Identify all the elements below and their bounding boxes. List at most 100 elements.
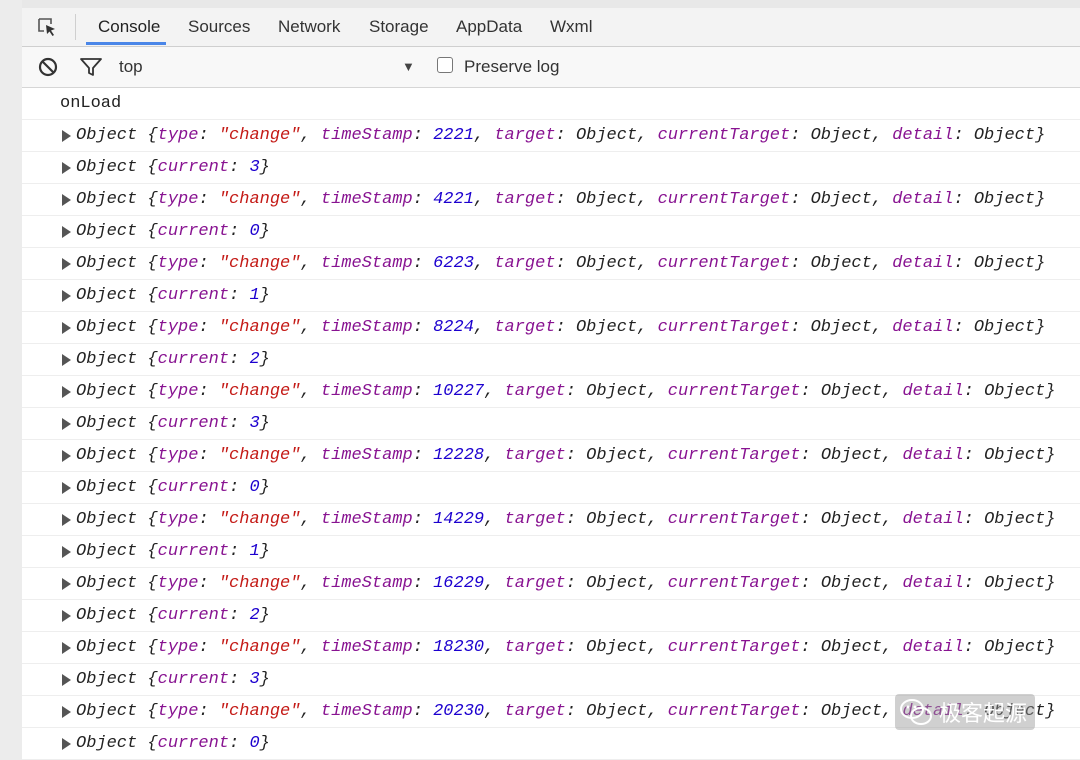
key-current: current [157,606,230,625]
key-timestamp: timeStamp [320,510,413,529]
key-current: current [157,478,230,497]
log-row-event[interactable]: Object {type: "change", timeStamp: 10227… [22,376,1080,408]
expand-arrow-icon[interactable] [62,440,74,471]
object-label: Object [76,254,138,273]
value-currenttarget: Object [810,254,872,273]
log-row-event[interactable]: Object {type: "change", timeStamp: 8224,… [22,312,1080,344]
expand-arrow-icon[interactable] [62,376,74,407]
expand-arrow-icon[interactable] [62,152,74,183]
expand-arrow-icon[interactable] [62,408,74,439]
tab-separator [75,14,76,40]
context-selector[interactable]: top [119,47,143,87]
clear-console-icon[interactable] [38,57,58,77]
log-row-event[interactable]: Object {type: "change", timeStamp: 14229… [22,504,1080,536]
log-row-event[interactable]: Object {type: "change", timeStamp: 2221,… [22,120,1080,152]
log-row-current[interactable]: Object {current: 3} [22,664,1080,696]
expand-arrow-icon[interactable] [62,600,74,631]
wechat-icon [900,699,932,725]
value-detail: Object [984,382,1046,401]
expand-arrow-icon[interactable] [62,216,74,247]
key-target: target [494,190,556,209]
log-row-event[interactable]: Object {type: "change", timeStamp: 18230… [22,632,1080,664]
log-row-current[interactable]: Object {current: 3} [22,152,1080,184]
value-currenttarget: Object [820,446,883,465]
key-timestamp: timeStamp [320,126,413,145]
expand-arrow-icon[interactable] [62,344,74,375]
log-row-event[interactable]: Object {type: "change", timeStamp: 16229… [22,568,1080,600]
expand-arrow-icon[interactable] [62,312,74,343]
expand-arrow-icon[interactable] [62,248,74,279]
filter-icon[interactable] [79,56,103,78]
key-type: type [157,190,199,209]
key-type: type [157,318,199,337]
tab-sources[interactable]: Sources [188,8,250,45]
expand-arrow-icon[interactable] [62,632,74,663]
value-currenttarget: Object [820,574,883,593]
log-row-current[interactable]: Object {current: 2} [22,344,1080,376]
key-target: target [504,702,566,721]
tab-wxml[interactable]: Wxml [550,8,592,45]
watermark-text: 极客起源 [939,701,1028,726]
left-panel-edge [0,0,22,760]
tab-network[interactable]: Network [278,8,340,45]
value-detail: Object [984,638,1046,657]
value-detail: Object [973,190,1036,209]
log-row-current[interactable]: Object {current: 1} [22,536,1080,568]
tab-appdata[interactable]: AppData [456,8,522,45]
log-row-current[interactable]: Object {current: 0} [22,728,1080,760]
object-label: Object [76,542,138,561]
log-row-current[interactable]: Object {current: 2} [22,600,1080,632]
key-currenttarget: currentTarget [667,446,801,465]
key-current: current [157,414,230,433]
expand-arrow-icon[interactable] [62,280,74,311]
key-timestamp: timeStamp [320,638,413,657]
key-type: type [157,446,199,465]
expand-arrow-icon[interactable] [62,568,74,599]
expand-arrow-icon[interactable] [62,728,74,759]
log-row-event[interactable]: Object {type: "change", timeStamp: 6223,… [22,248,1080,280]
value-target: Object [575,254,638,273]
key-currenttarget: currentTarget [667,510,801,529]
expand-arrow-icon[interactable] [62,472,74,503]
log-object: Object {type: "change", timeStamp: 18230… [76,638,1056,657]
value-target: Object [575,126,638,145]
key-type: type [157,254,199,273]
key-detail: detail [902,382,964,401]
value-type: "change" [218,446,301,465]
value-current: 2 [249,350,260,369]
expand-arrow-icon[interactable] [62,184,74,215]
inspect-icon[interactable] [36,16,58,38]
tab-console[interactable]: Console [98,8,160,45]
value-timestamp: 16229 [433,574,485,593]
chevron-down-icon[interactable]: ▼ [402,47,415,87]
tab-storage[interactable]: Storage [369,8,429,45]
log-row-event[interactable]: Object {type: "change", timeStamp: 4221,… [22,184,1080,216]
expand-arrow-icon[interactable] [62,664,74,695]
object-label: Object [76,286,138,305]
key-timestamp: timeStamp [320,702,413,721]
key-timestamp: timeStamp [320,318,413,337]
preserve-log-checkbox[interactable] [437,57,453,73]
value-type: "change" [218,574,301,593]
log-row-current[interactable]: Object {current: 0} [22,472,1080,504]
log-message: onLoad [60,94,122,113]
expand-arrow-icon[interactable] [62,120,74,151]
key-current: current [157,670,230,689]
value-type: "change" [218,510,301,529]
preserve-log-label[interactable]: Preserve log [464,47,559,87]
key-type: type [157,638,199,657]
log-object: Object {current: 2} [76,606,270,625]
expand-arrow-icon[interactable] [62,504,74,535]
expand-arrow-icon[interactable] [62,696,74,727]
log-object: Object {current: 1} [76,542,270,561]
object-label: Object [76,606,138,625]
key-currenttarget: currentTarget [667,702,801,721]
object-label: Object [76,510,138,529]
value-target: Object [586,702,648,721]
log-row-current[interactable]: Object {current: 0} [22,216,1080,248]
log-row-current[interactable]: Object {current: 3} [22,408,1080,440]
log-row-current[interactable]: Object {current: 1} [22,280,1080,312]
log-row-event[interactable]: Object {type: "change", timeStamp: 12228… [22,440,1080,472]
expand-arrow-icon[interactable] [62,536,74,567]
value-timestamp: 6223 [433,254,474,273]
